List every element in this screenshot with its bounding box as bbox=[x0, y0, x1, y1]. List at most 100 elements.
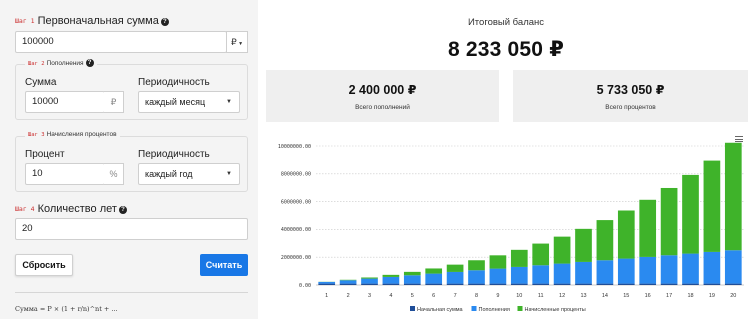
bar-deposits bbox=[510, 266, 528, 284]
legend-swatch bbox=[517, 306, 523, 311]
step1-title-text: Первоначальная сумма bbox=[37, 15, 159, 27]
y-tick-label: 2000000.00 bbox=[281, 255, 311, 261]
bar-deposits bbox=[339, 280, 357, 284]
bar-initial bbox=[339, 283, 357, 285]
step3-step-label: Шаг 3 bbox=[28, 132, 45, 138]
help-icon[interactable]: ? bbox=[160, 18, 169, 26]
bar-deposits bbox=[382, 276, 400, 284]
interest-rate-input[interactable]: 10 bbox=[25, 163, 105, 185]
bar-deposits bbox=[446, 271, 464, 284]
x-tick-label: 19 bbox=[709, 293, 715, 299]
currency-dropdown[interactable]: ₽ ▼ bbox=[226, 31, 248, 53]
deposits-total-value: 2 400 000 ₽ bbox=[348, 83, 417, 97]
help-icon[interactable]: ? bbox=[85, 59, 94, 67]
bar-interest bbox=[682, 174, 699, 254]
caret-down-icon: ▼ bbox=[226, 99, 232, 105]
step2-step-label: Шаг 2 bbox=[28, 61, 45, 67]
bar-interest bbox=[553, 236, 571, 264]
bar-initial bbox=[425, 283, 443, 285]
interest-rate-label: Процент bbox=[25, 149, 65, 160]
interest-rate-unit: % bbox=[104, 163, 124, 185]
deposits-summary-card: 2 400 000 ₽ Всего пополнений bbox=[266, 70, 499, 122]
interest-period-select[interactable]: каждый год ▼ bbox=[138, 163, 240, 185]
x-tick-label: 15 bbox=[623, 293, 629, 299]
bar-initial bbox=[403, 283, 421, 285]
deposit-period-select[interactable]: каждый месяц ▼ bbox=[138, 91, 240, 113]
bar-deposits bbox=[660, 255, 678, 284]
deposit-amount-input[interactable]: 10000 bbox=[25, 91, 105, 113]
x-tick-label: 16 bbox=[645, 293, 651, 299]
bar-deposits bbox=[403, 275, 421, 284]
step1-title: Шаг 1 Первоначальная сумма? bbox=[15, 15, 169, 27]
bar-interest bbox=[724, 142, 742, 251]
total-balance-label: Итоговый баланс bbox=[467, 17, 545, 28]
y-tick-label: 4000000.00 bbox=[281, 227, 311, 233]
x-tick-label: 17 bbox=[666, 293, 672, 299]
balance-chart: 10000000.00 8000000.00 6000000.00 4000000.0… bbox=[278, 142, 744, 313]
help-icon[interactable]: ? bbox=[118, 206, 127, 214]
bar-initial bbox=[575, 283, 592, 285]
bar-initial bbox=[361, 283, 378, 285]
bar-deposits bbox=[553, 263, 571, 284]
interest-period-label: Периодичность bbox=[138, 149, 210, 160]
bar-interest bbox=[446, 264, 464, 272]
bar-interest bbox=[596, 220, 614, 261]
legend-label: Начисленные проценты bbox=[525, 307, 586, 313]
bar-initial bbox=[532, 283, 550, 285]
interest-period-value: каждый год bbox=[145, 169, 193, 179]
x-tick-label: 20 bbox=[730, 293, 736, 299]
deposits-legend: Шаг 2 Пополнения? bbox=[25, 59, 97, 67]
bar-deposits bbox=[425, 273, 443, 284]
bar-initial bbox=[617, 283, 635, 285]
bar-interest bbox=[468, 260, 485, 271]
bar-initial bbox=[510, 283, 528, 285]
bar-initial bbox=[724, 283, 742, 285]
bar-interest bbox=[510, 249, 528, 267]
bar-interest bbox=[403, 271, 421, 276]
x-tick-label: 8 bbox=[475, 293, 478, 299]
bar-deposits bbox=[724, 250, 742, 284]
bar-deposits bbox=[682, 253, 699, 284]
x-tick-label: 11 bbox=[538, 293, 544, 299]
interest-legend: Шаг 3 Начисления процентов bbox=[25, 131, 120, 138]
divider bbox=[15, 292, 248, 293]
caret-down-icon: ▼ bbox=[236, 41, 244, 47]
x-tick-label: 9 bbox=[496, 293, 499, 299]
x-tick-label: 5 bbox=[411, 293, 414, 299]
x-tick-label: 2 bbox=[347, 293, 350, 299]
x-tick-label: 3 bbox=[368, 293, 371, 299]
step3-legend-text: Начисления процентов bbox=[46, 131, 117, 138]
bar-deposits bbox=[596, 260, 614, 284]
years-input[interactable]: 20 bbox=[15, 218, 248, 240]
reset-button[interactable]: Сбросить bbox=[15, 254, 73, 276]
initial-amount-input[interactable]: 100000 bbox=[15, 31, 227, 53]
x-tick-label: 12 bbox=[559, 293, 565, 299]
step4-title-text: Количество лет bbox=[37, 203, 117, 215]
x-tick-label: 18 bbox=[687, 293, 693, 299]
x-tick-label: 4 bbox=[389, 293, 392, 299]
caret-down-icon: ▼ bbox=[226, 171, 232, 177]
y-tick-label: 8000000.00 bbox=[281, 172, 311, 178]
x-tick-label: 14 bbox=[602, 293, 608, 299]
bar-interest bbox=[361, 277, 378, 279]
bar-initial bbox=[596, 283, 614, 285]
bar-interest bbox=[532, 243, 550, 266]
interest-total-value: 5 733 050 ₽ bbox=[596, 83, 665, 97]
bar-interest bbox=[382, 274, 400, 277]
interest-total-label: Всего процентов bbox=[605, 104, 656, 111]
y-tick-label: 0.00 bbox=[299, 283, 311, 289]
bar-initial bbox=[553, 283, 571, 285]
bar-deposits bbox=[468, 270, 485, 284]
x-tick-label: 6 bbox=[432, 293, 435, 299]
bar-deposits bbox=[703, 251, 721, 284]
bar-initial bbox=[489, 283, 507, 285]
bar-initial bbox=[682, 283, 699, 285]
deposit-period-label: Периодичность bbox=[138, 77, 210, 88]
bar-interest bbox=[660, 187, 678, 256]
bar-initial bbox=[660, 283, 678, 285]
legend-label: Начальная сумма bbox=[417, 307, 464, 313]
calculator-form: Шаг 1 Первоначальная сумма? 100000 ₽ ▼ Ша… bbox=[0, 0, 258, 319]
bar-interest bbox=[575, 228, 592, 262]
x-tick-label: 10 bbox=[516, 293, 522, 299]
calculate-button[interactable]: Считать bbox=[200, 254, 248, 276]
